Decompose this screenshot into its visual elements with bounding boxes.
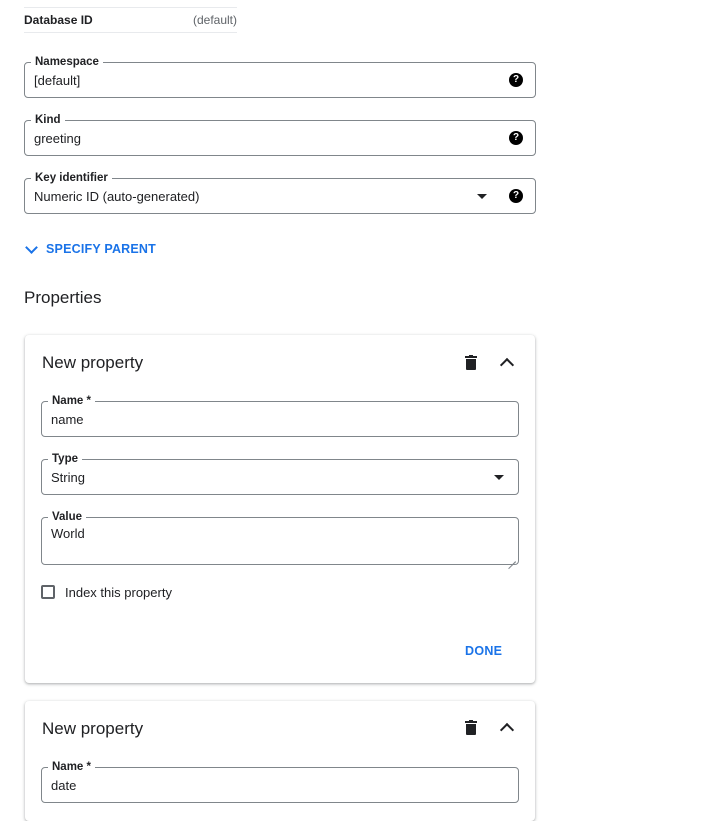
- property-card-title: New property: [42, 353, 144, 372]
- help-icon[interactable]: ?: [509, 73, 523, 87]
- index-property-checkbox[interactable]: [41, 585, 55, 599]
- chevron-up-icon[interactable]: [499, 722, 515, 738]
- chevron-down-icon: [25, 241, 38, 254]
- property-name-value[interactable]: date: [51, 778, 76, 793]
- dropdown-arrow-icon[interactable]: [477, 194, 487, 199]
- property-type-select[interactable]: Type String: [41, 452, 519, 495]
- done-button[interactable]: DONE: [465, 644, 502, 658]
- specify-parent-label: SPECIFY PARENT: [46, 242, 156, 256]
- kind-value[interactable]: greeting: [34, 131, 81, 146]
- delete-icon[interactable]: [465, 720, 477, 735]
- property-name-field[interactable]: Name * date: [41, 760, 519, 803]
- key-identifier-label: Key identifier: [31, 171, 112, 185]
- property-name-label: Name *: [48, 760, 95, 774]
- property-card-title: New property: [42, 719, 144, 738]
- index-property-label[interactable]: Index this property: [65, 585, 172, 600]
- property-type-value[interactable]: String: [51, 470, 85, 485]
- resize-handle-icon[interactable]: [508, 554, 516, 562]
- chevron-up-icon[interactable]: [499, 357, 515, 373]
- delete-icon[interactable]: [465, 355, 477, 370]
- properties-heading: Properties: [24, 288, 102, 307]
- kind-field[interactable]: Kind greeting ?: [24, 113, 536, 156]
- property-card: New property Name * date: [25, 701, 535, 821]
- property-name-value[interactable]: name: [51, 412, 84, 427]
- database-id-row: Database ID (default): [24, 7, 237, 33]
- property-name-label: Name *: [48, 394, 95, 408]
- dropdown-arrow-icon[interactable]: [494, 475, 504, 480]
- property-type-label: Type: [48, 452, 82, 466]
- property-value-label: Value: [48, 510, 87, 524]
- property-value-textarea[interactable]: Value World: [41, 510, 519, 565]
- property-card: New property Name * name Type String Val…: [25, 335, 535, 683]
- key-identifier-value[interactable]: Numeric ID (auto-generated): [34, 189, 199, 204]
- property-name-field[interactable]: Name * name: [41, 394, 519, 437]
- key-identifier-select[interactable]: Key identifier Numeric ID (auto-generate…: [24, 171, 536, 214]
- namespace-value[interactable]: [default]: [34, 73, 80, 88]
- help-icon[interactable]: ?: [509, 131, 523, 145]
- namespace-field[interactable]: Namespace [default] ?: [24, 55, 536, 98]
- kind-label: Kind: [31, 113, 65, 127]
- property-value-text[interactable]: World: [51, 526, 85, 541]
- database-id-label: Database ID: [24, 13, 93, 27]
- help-icon[interactable]: ?: [509, 189, 523, 203]
- namespace-label: Namespace: [31, 55, 103, 69]
- database-id-value: (default): [192, 13, 237, 27]
